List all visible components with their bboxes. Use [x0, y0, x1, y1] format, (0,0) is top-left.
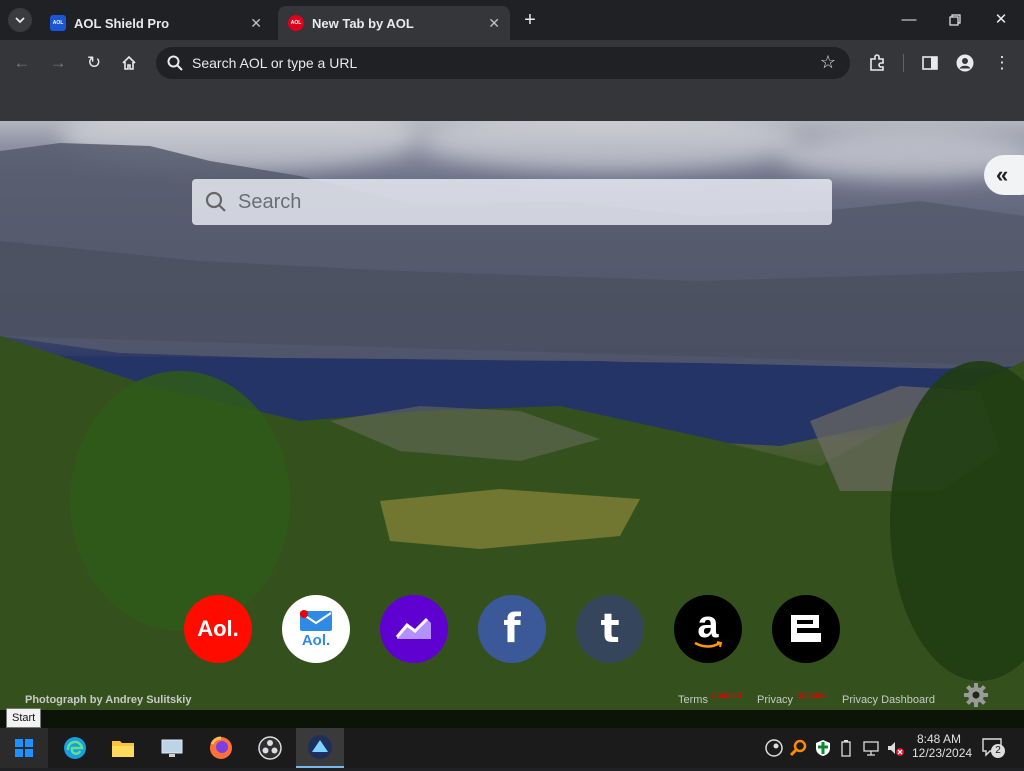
search-icon [167, 55, 183, 71]
restore-icon [949, 14, 961, 26]
settings-button[interactable] [963, 682, 989, 710]
start-button[interactable] [0, 728, 48, 768]
taskbar-file-explorer[interactable] [109, 734, 137, 762]
aol-favicon: AOL [288, 15, 304, 31]
clock-time: 8:48 AM [916, 732, 962, 746]
tray-network-icon[interactable] [862, 739, 880, 760]
side-panel-button[interactable] [918, 51, 942, 75]
tab-search-button[interactable] [8, 8, 32, 32]
tray-volume-muted-icon[interactable] [886, 739, 904, 760]
extensions-button[interactable] [865, 51, 889, 75]
profile-button[interactable] [953, 51, 977, 75]
site-shortcut-amazon[interactable]: a [674, 595, 742, 663]
terms-link[interactable]: Terms Updated [678, 691, 742, 706]
tab-title: AOL Shield Pro [74, 15, 170, 31]
tab-title: New Tab by AOL [312, 15, 414, 31]
mail-icon [300, 609, 332, 631]
bookmark-star-icon[interactable]: ☆ [820, 52, 836, 73]
privacy-dashboard-link[interactable]: Privacy Dashboard [842, 694, 935, 706]
menu-button[interactable]: ⋮ [990, 51, 1014, 75]
site-shortcut-aol-mail[interactable]: Aol. [282, 595, 350, 663]
amazon-smile-icon [694, 641, 723, 648]
taskbar-edge[interactable] [61, 734, 89, 762]
new-tab-button[interactable]: + [519, 9, 541, 32]
updated-badge: Updated [711, 691, 742, 700]
gear-icon [964, 683, 988, 707]
site-shortcut-tumblr[interactable]: t [576, 595, 644, 663]
aol-shield-icon [308, 735, 332, 759]
taskbar-obs[interactable] [256, 734, 284, 762]
taskbar-control-panel[interactable] [158, 734, 186, 762]
privacy-link[interactable]: Privacy Updated [757, 691, 827, 706]
restore-button[interactable] [943, 8, 967, 32]
tab-strip: AOL AOL Shield Pro ✕ AOL New Tab by AOL … [0, 0, 1024, 40]
engadget-icon [791, 615, 821, 642]
folder-icon [112, 741, 134, 757]
tray-defender-icon[interactable] [815, 739, 831, 760]
page-search-bar[interactable] [192, 179, 832, 225]
address-input[interactable] [192, 55, 792, 71]
address-bar[interactable]: ☆ [156, 47, 850, 79]
minimize-button[interactable]: — [897, 8, 921, 32]
clock[interactable]: 8:48 AM 12/23/2024 [912, 732, 973, 760]
chevron-down-icon [15, 16, 25, 23]
edge-icon [64, 737, 86, 759]
site-shortcut-yahoo-finance[interactable] [380, 595, 448, 663]
double-chevron-left-icon: « [996, 162, 1009, 187]
page-search-input[interactable] [238, 190, 798, 214]
toolbar-divider [903, 54, 904, 72]
back-button[interactable]: ← [10, 51, 34, 75]
start-tooltip: Start [6, 708, 42, 728]
chart-icon [395, 617, 431, 639]
tray-battery-icon[interactable] [841, 739, 851, 760]
tray-search-tool-icon[interactable] [789, 739, 808, 760]
firefox-icon [210, 736, 232, 759]
site-shortcut-facebook[interactable]: f [478, 595, 546, 663]
new-tab-page: « Aol. Aol. f t a Photograph by Andrey S… [0, 121, 1024, 710]
clock-date: 12/23/2024 [912, 746, 973, 760]
close-tab-icon[interactable]: ✕ [250, 15, 262, 32]
site-shortcut-aol[interactable]: Aol. [184, 595, 252, 663]
puzzle-icon [870, 54, 884, 71]
windows-logo-icon [15, 739, 33, 757]
browser-toolbar: ← → ↻ ☆ ⋮ [0, 40, 1024, 86]
reload-button[interactable]: ↻ [82, 51, 106, 75]
updated-badge: Updated [796, 691, 827, 700]
obs-icon [258, 736, 282, 760]
close-tab-icon[interactable]: ✕ [488, 15, 500, 32]
site-shortcut-engadget[interactable] [772, 595, 840, 663]
action-center-button[interactable]: 2 [982, 738, 1005, 761]
windows-taskbar: 8:48 AM 12/23/2024 2 [0, 728, 1024, 768]
bookmark-bar [0, 86, 1024, 121]
tab-aol-shield-pro[interactable]: AOL AOL Shield Pro ✕ [40, 6, 272, 40]
search-icon [205, 191, 226, 212]
collapse-panel-button[interactable]: « [984, 155, 1024, 195]
close-window-button[interactable]: ✕ [989, 8, 1013, 32]
tray-steam-icon[interactable] [765, 739, 783, 760]
side-panel-icon [922, 56, 938, 70]
monitor-icon [161, 739, 183, 757]
home-icon [122, 55, 136, 70]
taskbar-aol-shield-active[interactable] [296, 728, 344, 768]
taskbar-firefox[interactable] [207, 734, 235, 762]
aol-shield-favicon: AOL [50, 15, 66, 31]
forward-button[interactable]: → [46, 51, 70, 75]
photo-credit: Photograph by Andrey Sulitskiy [25, 694, 192, 706]
notification-count-badge: 2 [991, 744, 1005, 758]
tab-new-tab-by-aol[interactable]: AOL New Tab by AOL ✕ [278, 6, 510, 40]
content-bottom-strip [0, 710, 1024, 728]
home-button[interactable] [117, 51, 141, 75]
profile-icon [956, 54, 974, 72]
